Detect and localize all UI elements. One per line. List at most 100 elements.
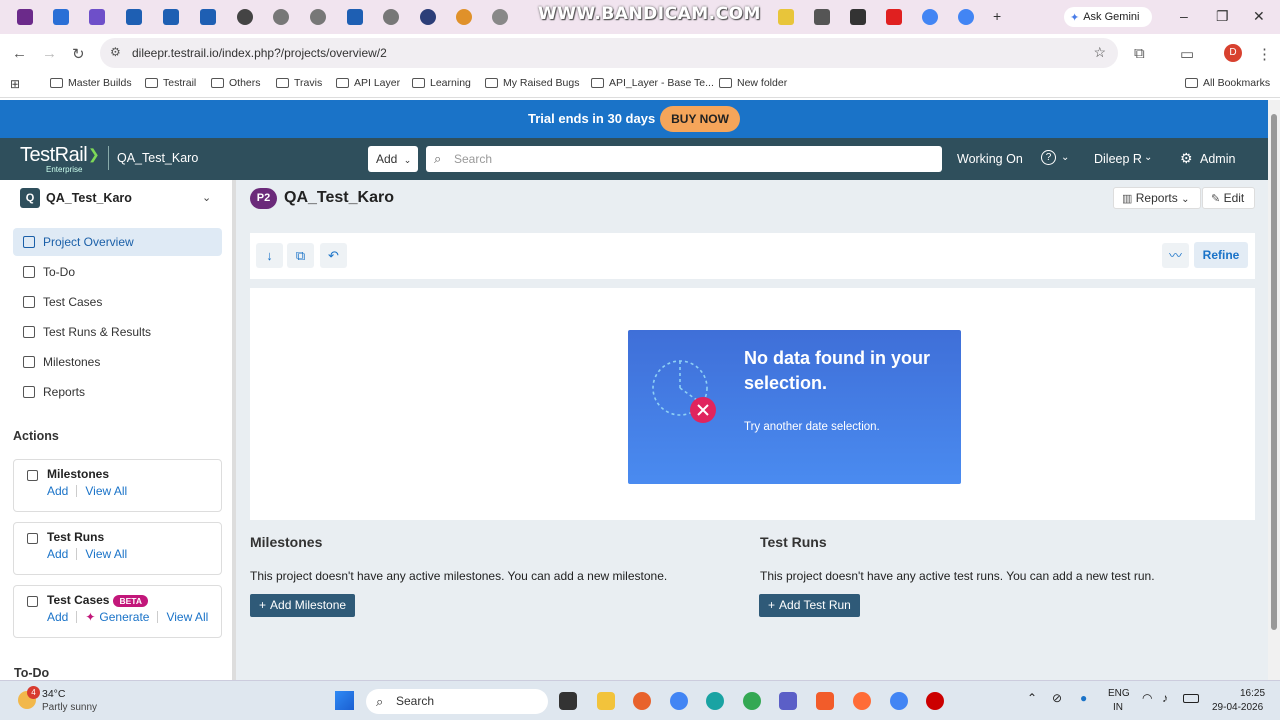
site-info-icon[interactable]: ⚙ xyxy=(110,45,121,59)
page-scrollbar[interactable] xyxy=(1268,100,1280,680)
sidebar-item-reports[interactable]: Reports xyxy=(13,378,222,406)
tab-favicon[interactable] xyxy=(922,9,938,25)
profile-avatar[interactable]: D xyxy=(1224,44,1242,62)
tab-favicon[interactable] xyxy=(814,9,830,25)
battery-icon[interactable] xyxy=(1183,694,1199,703)
add-test-run-button[interactable]: + Add Test Run xyxy=(759,594,860,617)
view-all-milestones-link[interactable]: View All xyxy=(85,484,127,498)
tab-favicon[interactable] xyxy=(420,9,436,25)
bookmark-testrail[interactable]: Testrail xyxy=(145,77,196,89)
close-window-icon[interactable]: ✕ xyxy=(1253,8,1265,25)
add-test-case-link[interactable]: Add xyxy=(47,610,68,624)
back-icon[interactable]: ← xyxy=(12,45,27,62)
tab-favicon[interactable] xyxy=(850,9,866,25)
maximize-icon[interactable]: ❐ xyxy=(1216,8,1229,25)
tab-favicon[interactable] xyxy=(17,9,33,25)
chart-toggle-icon[interactable]: 〰 xyxy=(1162,243,1189,268)
sidebar-item-milestones[interactable]: Milestones xyxy=(13,348,222,376)
tab-favicon[interactable] xyxy=(237,9,253,25)
bookmark-others[interactable]: Others xyxy=(211,77,261,89)
sidebar-item-todo[interactable]: To-Do xyxy=(13,258,222,286)
volume-icon[interactable]: ♪ xyxy=(1162,691,1168,705)
tab-favicon[interactable] xyxy=(163,9,179,25)
wifi-icon[interactable]: ◠ xyxy=(1142,691,1152,705)
chevron-down-icon[interactable]: ⌄ xyxy=(1061,152,1069,163)
gear-icon[interactable]: ⚙ xyxy=(1180,150,1193,167)
working-on-menu[interactable]: Working On xyxy=(957,152,1023,166)
firefox-icon[interactable] xyxy=(633,692,651,710)
chevron-down-icon[interactable]: ⌄ xyxy=(202,191,211,204)
tab-favicon[interactable] xyxy=(456,9,472,25)
tab-favicon[interactable] xyxy=(492,9,508,25)
task-view-icon[interactable] xyxy=(559,692,577,710)
refine-button[interactable]: Refine xyxy=(1194,242,1248,268)
apps-icon[interactable]: ⊞ xyxy=(10,77,20,91)
generate-link[interactable]: Generate xyxy=(99,610,149,624)
bookmark-travis[interactable]: Travis xyxy=(276,77,322,89)
tab-favicon[interactable] xyxy=(53,9,69,25)
clock-date[interactable]: 29-04-2026 xyxy=(1212,702,1263,713)
clock-time[interactable]: 16:25 xyxy=(1240,688,1265,699)
add-milestone-link[interactable]: Add xyxy=(47,484,68,498)
brave-icon[interactable] xyxy=(816,692,834,710)
language-indicator[interactable]: ENG xyxy=(1108,688,1130,699)
bookmark-master-builds[interactable]: Master Builds xyxy=(50,77,132,89)
bookmark-new-folder[interactable]: New folder xyxy=(719,77,787,89)
reports-dropdown-button[interactable]: ▥ Reports ⌄ xyxy=(1113,187,1201,209)
tab-favicon[interactable] xyxy=(886,9,902,25)
forward-icon[interactable]: → xyxy=(42,45,57,62)
buy-now-button[interactable]: BUY NOW xyxy=(660,106,740,132)
tab-favicon[interactable] xyxy=(958,9,974,25)
project-selector[interactable]: Q QA_Test_Karo xyxy=(20,188,132,208)
tab-favicon[interactable] xyxy=(273,9,289,25)
edit-button[interactable]: ✎ Edit xyxy=(1202,187,1255,209)
tab-favicon[interactable] xyxy=(347,9,363,25)
tab-favicon[interactable] xyxy=(778,9,794,25)
mic-icon[interactable]: ● xyxy=(1080,691,1087,705)
header-project-name[interactable]: QA_Test_Karo xyxy=(108,146,198,170)
admin-link[interactable]: Admin xyxy=(1200,152,1235,166)
bookmark-my-raised-bugs[interactable]: My Raised Bugs xyxy=(485,77,579,89)
minimize-icon[interactable]: – xyxy=(1180,8,1188,24)
postman-icon[interactable] xyxy=(853,692,871,710)
bookmark-learning[interactable]: Learning xyxy=(412,77,471,89)
cast-icon[interactable]: ▭ xyxy=(1180,45,1194,63)
add-test-run-link[interactable]: Add xyxy=(47,547,68,561)
tab-favicon[interactable] xyxy=(310,9,326,25)
chrome-profile-icon[interactable] xyxy=(890,692,908,710)
all-bookmarks[interactable]: All Bookmarks xyxy=(1185,77,1270,89)
edge-icon[interactable] xyxy=(706,692,724,710)
undo-icon[interactable]: ↶ xyxy=(320,243,347,268)
bookmark-api-layer[interactable]: API Layer xyxy=(336,77,400,89)
bookmark-star-icon[interactable]: ☆ xyxy=(1093,44,1106,61)
reload-icon[interactable]: ↻ xyxy=(72,45,85,63)
chevron-down-icon[interactable]: ⌄ xyxy=(1144,152,1152,163)
network-off-icon[interactable]: ⊘ xyxy=(1052,691,1062,705)
view-all-test-runs-link[interactable]: View All xyxy=(85,547,127,561)
chrome-active-icon[interactable] xyxy=(743,692,761,710)
sidebar-item-project-overview[interactable]: Project Overview xyxy=(13,228,222,256)
scrollbar-thumb[interactable] xyxy=(1271,114,1277,630)
bookmark-api-layer-base[interactable]: API_Layer - Base Te... xyxy=(591,77,714,89)
ask-gemini-button[interactable]: ✦ Ask Gemini xyxy=(1064,7,1152,27)
file-explorer-icon[interactable] xyxy=(597,692,615,710)
chrome-icon[interactable] xyxy=(670,692,688,710)
tab-favicon[interactable] xyxy=(383,9,399,25)
view-all-test-cases-link[interactable]: View All xyxy=(166,610,208,624)
chevron-up-icon[interactable]: ⌃ xyxy=(1027,691,1037,705)
taskbar-search[interactable]: ⌕ Search xyxy=(366,689,548,714)
extensions-icon[interactable]: ⧉ xyxy=(1134,45,1145,62)
teams-icon[interactable] xyxy=(779,692,797,710)
new-tab-icon[interactable]: + xyxy=(993,8,1001,24)
add-dropdown[interactable]: Add ⌄ xyxy=(368,146,418,172)
sidebar-item-test-runs[interactable]: Test Runs & Results xyxy=(13,318,222,346)
windows-start-icon[interactable] xyxy=(335,691,354,710)
record-icon[interactable] xyxy=(926,692,944,710)
help-icon[interactable]: ? xyxy=(1041,150,1056,165)
user-menu[interactable]: Dileep R xyxy=(1094,152,1142,166)
download-icon[interactable]: ↓ xyxy=(256,243,283,268)
tab-favicon[interactable] xyxy=(200,9,216,25)
url-field[interactable]: ⚙ dileepr.testrail.io/index.php?/project… xyxy=(100,38,1118,68)
tab-favicon[interactable] xyxy=(126,9,142,25)
search-input[interactable]: ⌕ Search xyxy=(426,146,942,172)
